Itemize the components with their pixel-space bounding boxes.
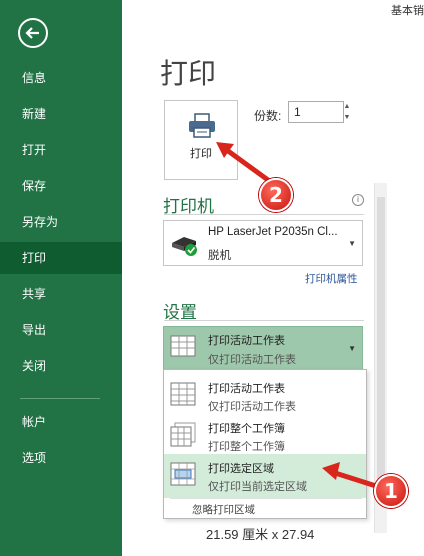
option-title: 打印整个工作簿 <box>208 423 285 435</box>
paper-size[interactable]: 21.59 厘米 x 27.94 <box>206 524 314 543</box>
option-subtitle: 仅打印活动工作表 <box>208 401 296 413</box>
annotation-marker-2: 2 <box>259 178 293 212</box>
stepper-up-icon[interactable]: ▲ <box>342 101 352 112</box>
selected-option-subtitle: 仅打印活动工作表 <box>208 354 296 366</box>
nav-export[interactable]: 导出 <box>0 314 122 346</box>
copies-stepper[interactable]: ▲ ▼ <box>342 101 352 123</box>
nav-share[interactable]: 共享 <box>0 278 122 310</box>
printer-divider <box>164 214 364 215</box>
option-subtitle: 仅打印当前选定区域 <box>208 481 307 493</box>
nav-print[interactable]: 打印 <box>0 242 122 274</box>
copies-label: 份数: <box>254 109 282 123</box>
sheet-icon <box>170 382 196 406</box>
page-title: 打印 <box>160 58 217 89</box>
info-icon[interactable]: i <box>352 194 364 206</box>
chevron-down-icon: ▼ <box>348 239 356 248</box>
nav-close[interactable]: 关闭 <box>0 350 122 382</box>
printer-status-icon <box>172 237 197 256</box>
nav-save[interactable]: 保存 <box>0 170 122 202</box>
annotation-marker-1: 1 <box>374 474 408 508</box>
sheet-icon <box>170 335 196 357</box>
printer-select[interactable]: HP LaserJet P2035n Cl... 脱机 ▼ <box>163 220 363 266</box>
copies-input[interactable]: 1 <box>288 101 344 123</box>
back-arrow-icon <box>25 27 39 39</box>
nav-info[interactable]: 信息 <box>0 62 122 94</box>
option-title: 打印选定区域 <box>208 463 274 475</box>
selection-icon <box>170 462 196 486</box>
option-active-sheets[interactable]: 打印活动工作表 仅打印活动工作表 <box>164 374 366 418</box>
option-title: 打印活动工作表 <box>208 383 285 395</box>
nav-new[interactable]: 新建 <box>0 98 122 130</box>
selected-option-title: 打印活动工作表 <box>208 335 285 347</box>
back-button[interactable] <box>18 18 48 48</box>
document-title: 基本销 <box>391 5 424 17</box>
printer-name: HP LaserJet P2035n Cl... <box>208 226 338 238</box>
stepper-down-icon[interactable]: ▼ <box>342 112 352 123</box>
nav-options[interactable]: 选项 <box>0 442 122 474</box>
chevron-down-icon: ▼ <box>348 344 356 353</box>
backstage-sidebar: 信息 新建 打开 保存 另存为 打印 共享 导出 关闭 帐户 选项 <box>0 0 122 556</box>
printer-status: 脱机 <box>208 250 231 262</box>
settings-divider <box>164 320 364 321</box>
nav-divider <box>20 398 100 399</box>
workbook-icon <box>170 422 196 447</box>
nav-save-as[interactable]: 另存为 <box>0 206 122 238</box>
printer-properties-link[interactable]: 打印机属性 <box>305 271 358 286</box>
nav-account[interactable]: 帐户 <box>0 406 122 438</box>
nav-open[interactable]: 打开 <box>0 134 122 166</box>
print-scope-select[interactable]: 打印活动工作表 仅打印活动工作表 ▼ <box>163 326 363 370</box>
ignore-print-area-option[interactable]: 忽略打印区域 <box>192 502 255 517</box>
option-subtitle: 打印整个工作簿 <box>208 441 285 453</box>
